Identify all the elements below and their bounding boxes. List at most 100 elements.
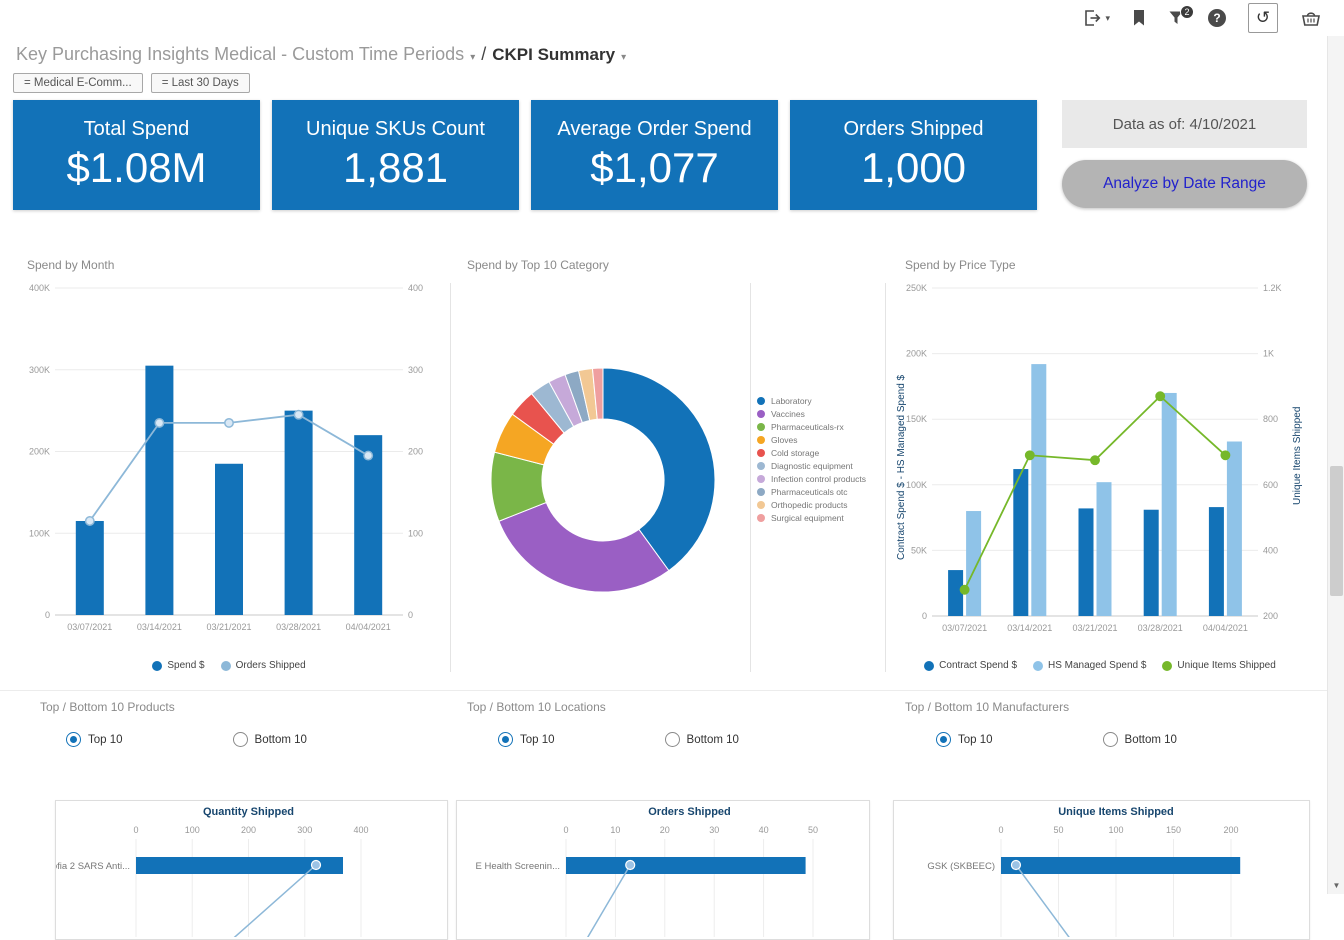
svg-text:100: 100 [408,528,423,538]
locations-mini-chart[interactable]: Orders Shipped01020304050E Health Screen… [457,801,869,937]
products-mini-chart[interactable]: Quantity Shipped0100200300400Sofia 2 SAR… [56,801,447,937]
report-title[interactable]: Key Purchasing Insights Medical - Custom… [16,44,464,65]
legend-item[interactable]: Laboratory [757,396,875,406]
svg-text:10: 10 [610,825,620,835]
help-button[interactable]: ? [1208,9,1226,27]
spend-by-month-legend: Spend $ Orders Shipped [13,660,445,671]
analyze-by-date-range-button[interactable]: Analyze by Date Range [1062,160,1307,208]
svg-text:400K: 400K [29,283,50,293]
bookmark-button[interactable] [1132,9,1146,27]
legend-label: Diagnostic equipment [771,461,853,471]
filter-count-badge: 2 [1180,5,1194,19]
chevron-down-icon[interactable]: ▾ [621,52,626,63]
legend-item[interactable]: Surgical equipment [757,513,875,523]
svg-text:100: 100 [1108,825,1123,835]
radio-label: Bottom 10 [1125,734,1177,746]
locations-radio-bottom-10[interactable]: Bottom 10 [665,732,739,747]
svg-text:Quantity Shipped: Quantity Shipped [203,806,294,818]
svg-text:1.2K: 1.2K [1263,283,1282,293]
toolbar: ▾ 2 ? ↺ [0,0,1344,36]
svg-text:200K: 200K [29,447,50,457]
spend-by-price-type-chart[interactable]: 250K1.2K200K1K150K800100K60050K400020003… [890,275,1310,647]
filter-chip-medical-ecommerce[interactable]: = Medical E-Comm... [13,73,143,93]
page-title[interactable]: CKPI Summary [492,45,615,65]
svg-text:03/14/2021: 03/14/2021 [137,622,182,632]
spend-by-category-donut-chart[interactable] [483,360,723,600]
chart-title-spend-by-month: Spend by Month [27,258,114,272]
manufacturers-mini-chart[interactable]: Unique Items Shipped050100150200GSK (SKB… [894,801,1309,937]
radio-label: Top 10 [520,734,555,746]
radio-label: Top 10 [958,734,993,746]
svg-text:Unique Items Shipped: Unique Items Shipped [1058,806,1174,818]
spend-by-month-chart[interactable]: 400K400300K300200K200100K1000003/07/2021… [13,275,445,647]
filter-button[interactable]: 2 [1168,9,1186,27]
radio-selected-icon [936,732,951,747]
kpi-card-unique-skus[interactable]: Unique SKUs Count 1,881 [272,100,519,210]
export-button[interactable]: ▾ [1082,8,1110,28]
products-radio-top-10[interactable]: Top 10 [66,732,123,747]
products-radio-group: Top 10 Bottom 10 [66,732,307,747]
breadcrumb-separator: / [481,44,486,65]
svg-text:GSK (SKBEEC): GSK (SKBEEC) [927,861,995,872]
radio-unselected-icon [1103,732,1118,747]
manufacturers-radio-group: Top 10 Bottom 10 [936,732,1177,747]
locations-chart-card: Orders Shipped01020304050E Health Screen… [456,800,870,940]
kpi-card-average-order-spend[interactable]: Average Order Spend $1,077 [531,100,778,210]
svg-text:E Health Screenin...: E Health Screenin... [476,861,561,872]
svg-text:03/07/2021: 03/07/2021 [67,622,112,632]
legend-item[interactable]: Contract Spend $ [924,660,1017,671]
radio-label: Top 10 [88,734,123,746]
locations-radio-top-10[interactable]: Top 10 [498,732,555,747]
svg-text:Sofia 2 SARS Anti...: Sofia 2 SARS Anti... [56,861,130,872]
legend-label: Pharmaceuticals otc [771,487,848,497]
panel-divider [450,283,451,672]
legend-item[interactable]: Orders Shipped [221,660,306,671]
scroll-down-arrow[interactable]: ▼ [1328,877,1344,894]
svg-text:600: 600 [1263,480,1278,490]
legend-dot [757,449,765,457]
legend-item[interactable]: Cold storage [757,448,875,458]
legend-item[interactable]: Infection control products [757,474,875,484]
basket-button[interactable] [1300,9,1322,27]
chevron-down-icon[interactable]: ▾ [470,52,475,63]
legend-dot [152,661,162,671]
kpi-value: 1,881 [343,144,448,192]
legend-item[interactable]: HS Managed Spend $ [1033,660,1146,671]
kpi-card-orders-shipped[interactable]: Orders Shipped 1,000 [790,100,1037,210]
legend-item[interactable]: Vaccines [757,409,875,419]
spend-by-price-type-legend: Contract Spend $ HS Managed Spend $ Unique… [890,660,1310,671]
scrollbar-thumb[interactable] [1330,466,1343,596]
manufacturers-radio-bottom-10[interactable]: Bottom 10 [1103,732,1177,747]
svg-text:03/07/2021: 03/07/2021 [942,623,987,633]
svg-text:250K: 250K [906,283,927,293]
manufacturers-radio-top-10[interactable]: Top 10 [936,732,993,747]
panel-divider [885,283,886,672]
legend-label: Unique Items Shipped [1177,660,1275,671]
legend-item[interactable]: Pharmaceuticals otc [757,487,875,497]
legend-item[interactable]: Orthopedic products [757,500,875,510]
svg-text:20: 20 [660,825,670,835]
kpi-title: Orders Shipped [843,118,983,141]
legend-item[interactable]: Unique Items Shipped [1162,660,1275,671]
legend-item[interactable]: Gloves [757,435,875,445]
svg-text:03/28/2021: 03/28/2021 [276,622,321,632]
legend-dot [757,410,765,418]
legend-item[interactable]: Pharmaceuticals-rx [757,422,875,432]
legend-label: Surgical equipment [771,513,844,523]
svg-text:200: 200 [241,825,256,835]
help-icon: ? [1208,9,1226,27]
svg-text:50K: 50K [911,545,927,555]
kpi-title: Unique SKUs Count [306,118,485,141]
legend-item[interactable]: Diagnostic equipment [757,461,875,471]
filter-chips: = Medical E-Comm... = Last 30 Days [13,73,250,93]
legend-item[interactable]: Spend $ [152,660,204,671]
svg-text:30: 30 [709,825,719,835]
svg-text:03/14/2021: 03/14/2021 [1007,623,1052,633]
products-radio-bottom-10[interactable]: Bottom 10 [233,732,307,747]
scrollbar[interactable]: ▼ [1327,36,1344,894]
svg-text:03/21/2021: 03/21/2021 [206,622,251,632]
filter-chip-last-30-days[interactable]: = Last 30 Days [151,73,250,93]
svg-text:100K: 100K [29,528,50,538]
kpi-card-total-spend[interactable]: Total Spend $1.08M [13,100,260,210]
refresh-button[interactable]: ↺ [1248,3,1278,33]
